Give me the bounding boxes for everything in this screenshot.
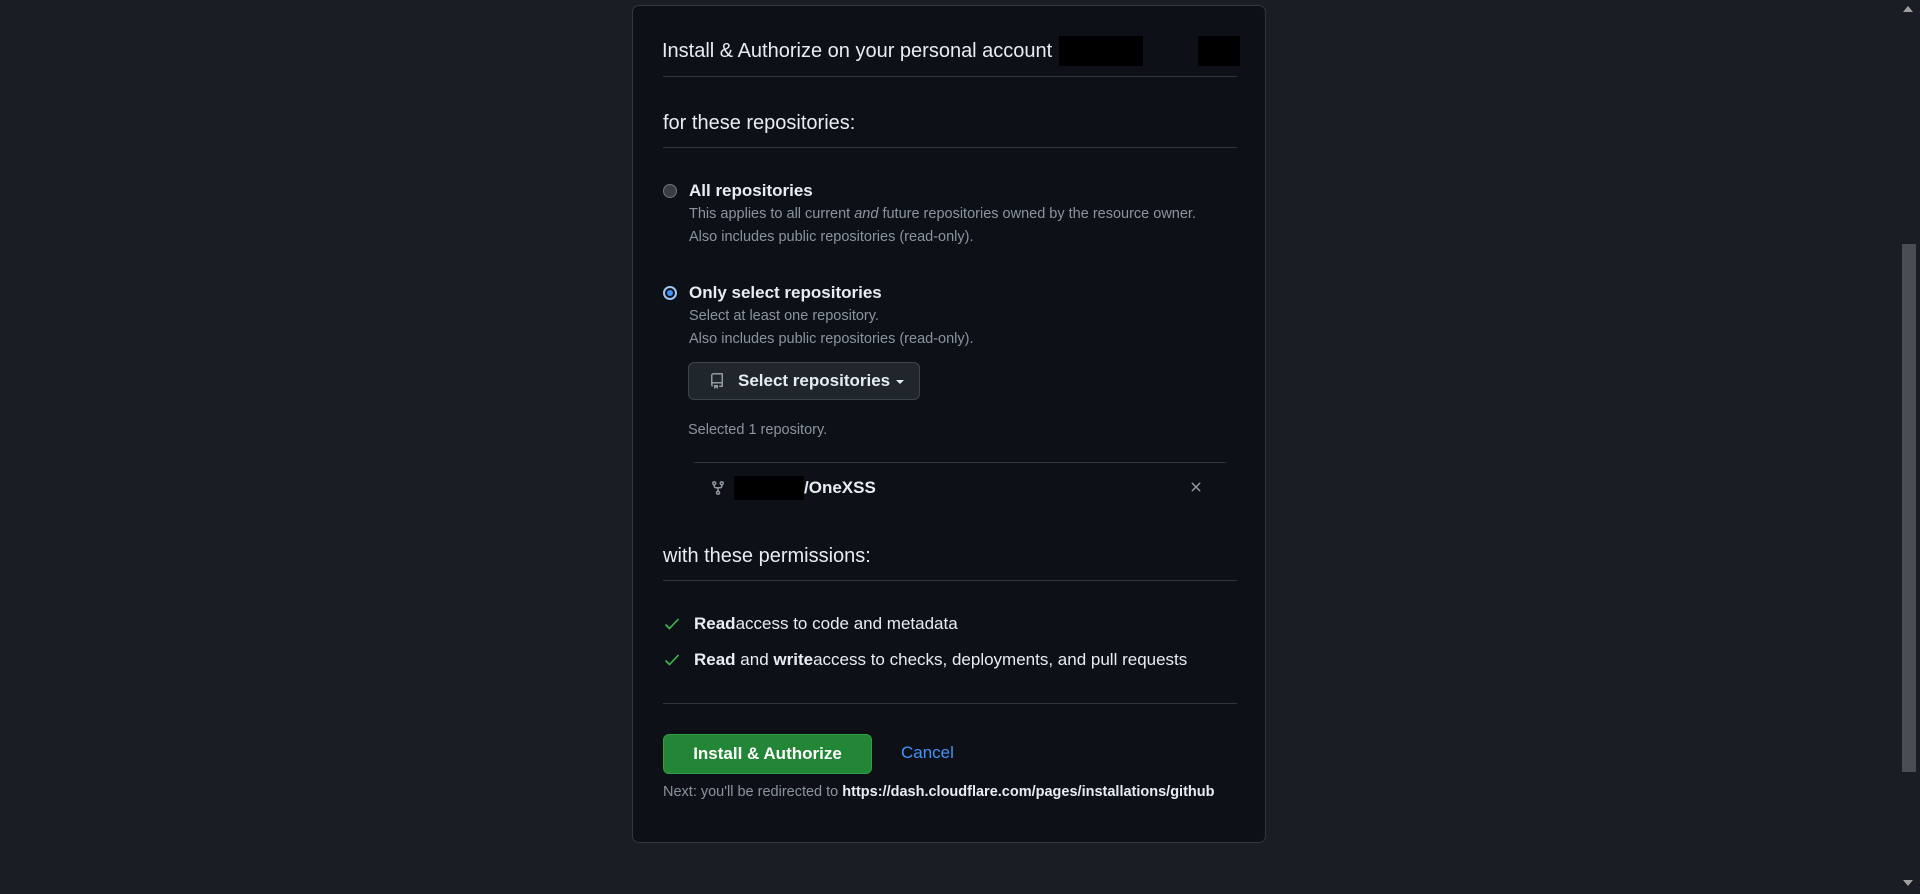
page: Install & Authorize on your personal acc… (0, 0, 1920, 894)
permissions-section-title: with these permissions: (663, 545, 871, 567)
all-repositories-desc-line2: Also includes public repositories (read-… (689, 229, 974, 245)
permission-item: Read access to code and metadata (664, 614, 958, 634)
scroll-up-arrow-icon[interactable] (1903, 6, 1913, 12)
scrollbar-thumb[interactable] (1902, 244, 1916, 772)
redacted-repo-owner (734, 476, 804, 500)
redirect-url: https://dash.cloudflare.com/pages/instal… (842, 784, 1215, 800)
install-authorize-button[interactable]: Install & Authorize (663, 734, 872, 774)
all-repositories-body: All repositories This applies to all cur… (689, 180, 1196, 249)
redacted-avatar (1198, 35, 1241, 66)
install-title-row: Install & Authorize on your personal acc… (662, 35, 1241, 66)
cancel-link[interactable]: Cancel (901, 743, 954, 763)
repositories-section-title: for these repositories: (663, 112, 856, 134)
selected-repo-name: /OneXSS (804, 478, 876, 497)
check-icon (664, 654, 680, 666)
selected-repo-row: /OneXSS (710, 475, 1210, 501)
title-divider (663, 76, 1237, 77)
install-title: Install & Authorize on your personal acc… (662, 40, 1053, 62)
permission-access-level: Read (694, 614, 736, 633)
permission-joiner: and (735, 650, 774, 669)
all-repositories-label: All repositories (689, 181, 813, 200)
permission-description: access to code and metadata (735, 614, 958, 633)
all-repositories-desc-part2: future repositories owned by the resourc… (878, 206, 1196, 222)
redirect-prefix: Next: you'll be redirected to (663, 784, 843, 800)
check-icon (664, 618, 680, 630)
redacted-account-name (1059, 36, 1144, 66)
select-repositories-desc-line2: Also includes public repositories (read-… (689, 331, 974, 347)
permission-description: access to checks, deployments, and pull … (813, 650, 1188, 669)
triangle-down-icon (896, 380, 905, 384)
all-repositories-desc: This applies to all current and future r… (689, 203, 1196, 226)
select-repositories-desc-line1: Select at least one repository. (689, 308, 879, 324)
repositories-divider (663, 147, 1237, 148)
all-repositories-radio[interactable] (663, 184, 677, 198)
repo-icon (711, 373, 723, 389)
all-repositories-desc-em: and (854, 206, 879, 222)
all-repositories-desc-part1: This applies to all current (689, 206, 855, 222)
repo-forked-icon (712, 481, 724, 496)
select-repositories-radio[interactable] (663, 286, 677, 300)
permission-item: Read and write access to checks, deploym… (664, 650, 1187, 670)
x-icon[interactable] (1188, 479, 1204, 495)
selected-count: Selected 1 repository. (688, 422, 828, 438)
permission-access-level-2: write (773, 650, 814, 669)
select-repositories-button[interactable]: Select repositories (688, 362, 920, 400)
permission-access-level: Read (694, 650, 736, 669)
select-repositories-body: Only select repositories Select at least… (689, 282, 974, 351)
permissions-divider (663, 580, 1237, 581)
select-repositories-label: Only select repositories (689, 283, 882, 302)
selected-repos-divider (694, 462, 1226, 463)
all-repositories-option[interactable]: All repositories This applies to all cur… (663, 180, 1196, 249)
actions-divider (663, 703, 1237, 704)
select-repositories-option[interactable]: Only select repositories Select at least… (663, 282, 974, 351)
redirect-note: Next: you'll be redirected to https://da… (663, 784, 1215, 800)
scroll-down-arrow-icon[interactable] (1903, 880, 1913, 886)
select-repositories-button-label: Select repositories (738, 371, 891, 390)
